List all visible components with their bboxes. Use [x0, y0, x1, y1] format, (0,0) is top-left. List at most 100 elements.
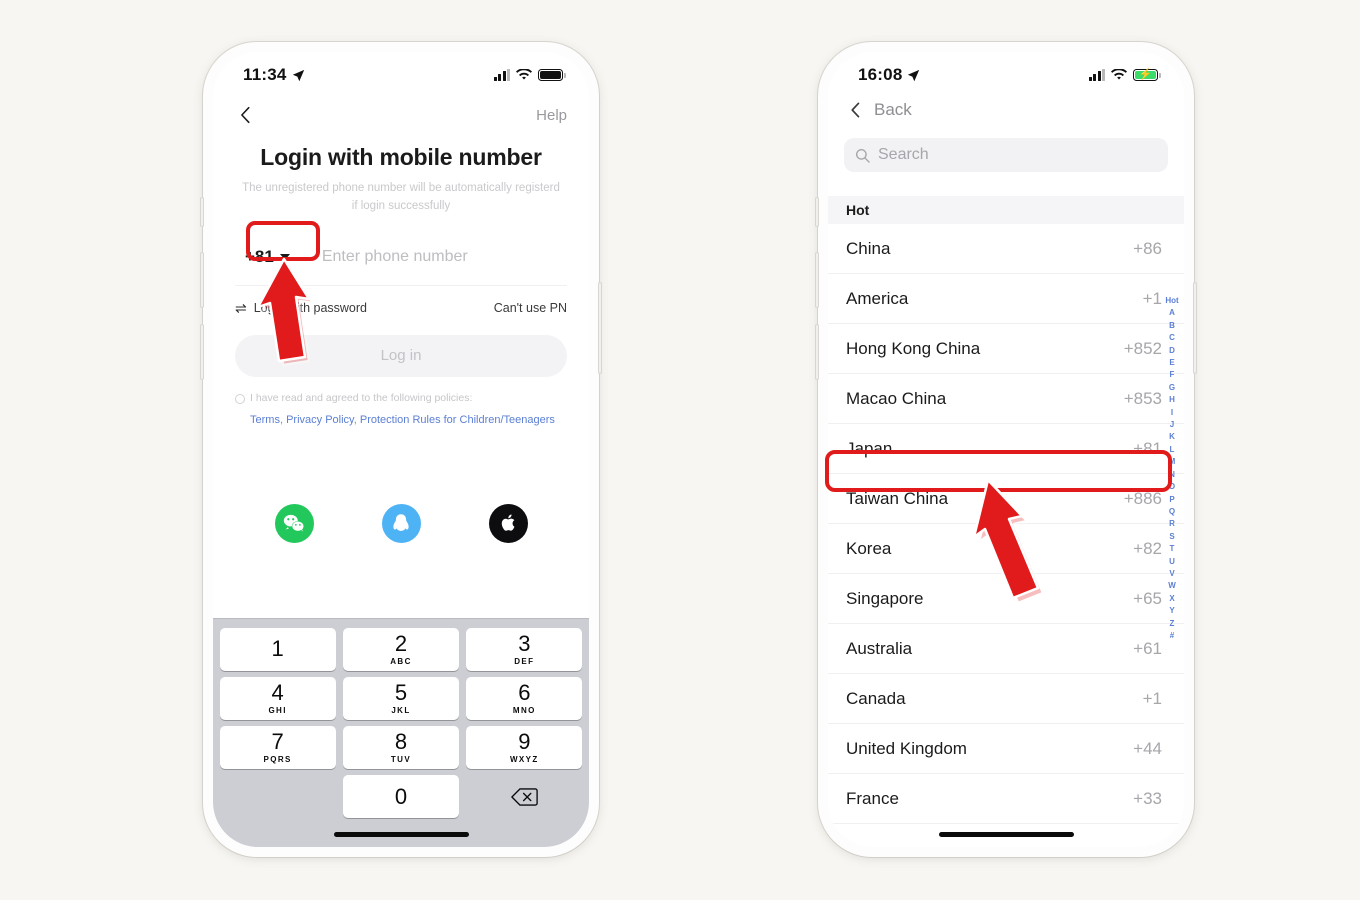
- index-n[interactable]: N: [1169, 469, 1175, 481]
- key-digit: 9: [518, 729, 531, 754]
- cellular-signal-icon: [1088, 69, 1105, 81]
- index-v[interactable]: V: [1169, 568, 1174, 580]
- index-hash[interactable]: #: [1170, 630, 1174, 642]
- index-y[interactable]: Y: [1169, 605, 1174, 617]
- section-header-hot: Hot: [828, 196, 1184, 224]
- key-7[interactable]: 7 PQRS: [219, 726, 336, 769]
- country-row-japan[interactable]: Japan +81: [828, 424, 1184, 474]
- alphabet-index[interactable]: Hot A B C D E F G H I J K L M N O P Q R …: [1163, 295, 1181, 642]
- country-row-taiwan-china[interactable]: Taiwan China +886: [828, 474, 1184, 524]
- country-code: +44: [1133, 738, 1162, 758]
- index-i[interactable]: I: [1171, 407, 1173, 419]
- help-link[interactable]: Help: [536, 107, 567, 124]
- key-0[interactable]: 0: [342, 775, 460, 818]
- key-9[interactable]: 9 WXYZ: [466, 726, 583, 769]
- country-row-australia[interactable]: Australia +61: [828, 624, 1184, 674]
- index-t[interactable]: T: [1170, 543, 1175, 555]
- mute-switch[interactable]: [815, 197, 819, 227]
- index-b[interactable]: B: [1169, 320, 1175, 332]
- home-indicator[interactable]: [333, 831, 469, 837]
- country-code: +886: [1123, 488, 1162, 508]
- country-row-canada[interactable]: Canada +1: [828, 674, 1184, 724]
- country-row-macao-china[interactable]: Macao China +853: [828, 374, 1184, 424]
- index-o[interactable]: O: [1169, 481, 1175, 493]
- left-phone-screen: 11:34 Help Login with mobile number The …: [213, 52, 589, 847]
- right-status-time: 16:08: [858, 65, 903, 84]
- qq-login-button[interactable]: [381, 503, 421, 543]
- password-login-group[interactable]: ⇌ Login with password: [235, 300, 367, 317]
- country-row-united-kingdom[interactable]: United Kingdom +44: [828, 724, 1184, 774]
- key-4[interactable]: 4 GHI: [219, 677, 336, 720]
- policy-agree-row[interactable]: I have read and agreed to the following …: [235, 392, 567, 404]
- left-status-icons: [493, 68, 566, 82]
- index-m[interactable]: M: [1169, 456, 1176, 468]
- index-k[interactable]: K: [1169, 431, 1175, 443]
- index-d[interactable]: D: [1169, 345, 1175, 357]
- index-a[interactable]: A: [1169, 307, 1175, 319]
- cant-use-pn-link[interactable]: Can't use PN: [494, 301, 567, 315]
- index-s[interactable]: S: [1169, 531, 1174, 543]
- index-p[interactable]: P: [1169, 494, 1174, 506]
- index-e[interactable]: E: [1169, 357, 1174, 369]
- index-l[interactable]: L: [1170, 444, 1175, 456]
- policy-link-terms[interactable]: Terms: [250, 414, 280, 426]
- index-r[interactable]: R: [1169, 518, 1175, 530]
- country-row-america[interactable]: America +1: [828, 274, 1184, 324]
- country-row-france[interactable]: France +33: [828, 774, 1184, 824]
- chevron-left-icon[interactable]: [235, 104, 257, 126]
- key-delete[interactable]: [466, 775, 582, 818]
- phone-number-input[interactable]: Enter phone number: [322, 248, 567, 266]
- index-q[interactable]: Q: [1169, 506, 1175, 518]
- country-code-value: +81: [245, 246, 274, 266]
- volume-up-button[interactable]: [815, 252, 819, 308]
- key-3[interactable]: 3 DEF: [466, 628, 583, 671]
- country-row-singapore[interactable]: Singapore +65: [828, 574, 1184, 624]
- index-f[interactable]: F: [1170, 369, 1175, 381]
- country-row-korea[interactable]: Korea +82: [828, 524, 1184, 574]
- policy-link-privacy[interactable]: Privacy Policy: [286, 414, 354, 426]
- radio-unchecked-icon[interactable]: [235, 393, 245, 404]
- index-z[interactable]: Z: [1170, 618, 1175, 630]
- country-row-china[interactable]: China +86: [828, 224, 1184, 274]
- index-j[interactable]: J: [1170, 419, 1174, 431]
- login-button[interactable]: Log in: [235, 334, 567, 377]
- index-w[interactable]: W: [1168, 580, 1176, 592]
- index-hot[interactable]: Hot: [1165, 295, 1178, 307]
- country-row-hong-kong-china[interactable]: Hong Kong China +852: [828, 324, 1184, 374]
- search-input[interactable]: Search: [844, 138, 1168, 172]
- volume-down-button[interactable]: [200, 324, 204, 380]
- right-status-bar: 16:08 ⚡: [828, 52, 1184, 92]
- country-list: China +86 America +1 Hong Kong China +85…: [828, 224, 1184, 824]
- password-login-label: Login with password: [253, 301, 367, 316]
- key-6[interactable]: 6 MNO: [466, 677, 583, 720]
- index-g[interactable]: G: [1169, 382, 1175, 394]
- index-x[interactable]: X: [1169, 593, 1174, 605]
- power-button[interactable]: [598, 282, 602, 374]
- key-8[interactable]: 8 TUV: [342, 726, 460, 769]
- country-code-selector[interactable]: +81: [235, 242, 300, 272]
- search-icon: [855, 148, 870, 163]
- key-digit: 2: [394, 631, 408, 656]
- home-indicator[interactable]: [938, 831, 1074, 837]
- right-nav-bar[interactable]: Back: [828, 92, 1184, 134]
- policy-link-children[interactable]: Protection Rules for Children/Teenagers: [360, 414, 555, 426]
- index-u[interactable]: U: [1169, 556, 1175, 568]
- volume-down-button[interactable]: [815, 324, 819, 380]
- index-c[interactable]: C: [1169, 332, 1175, 344]
- key-2[interactable]: 2 ABC: [342, 628, 460, 671]
- country-name: Australia: [846, 638, 913, 658]
- key-digit: 4: [271, 680, 284, 705]
- power-button[interactable]: [1193, 282, 1197, 374]
- index-h[interactable]: H: [1169, 394, 1175, 406]
- apple-login-button[interactable]: [488, 503, 528, 543]
- volume-up-button[interactable]: [200, 252, 204, 308]
- chevron-left-icon[interactable]: [846, 100, 866, 120]
- key-1[interactable]: 1: [219, 628, 336, 671]
- policy-separator-2: ,: [353, 413, 357, 426]
- mute-switch[interactable]: [200, 197, 204, 227]
- wechat-login-button[interactable]: [274, 503, 314, 543]
- key-letters: MNO: [512, 706, 536, 715]
- country-code: +61: [1133, 638, 1162, 658]
- key-5[interactable]: 5 JKL: [342, 677, 460, 720]
- policy-block: I have read and agreed to the following …: [235, 392, 567, 430]
